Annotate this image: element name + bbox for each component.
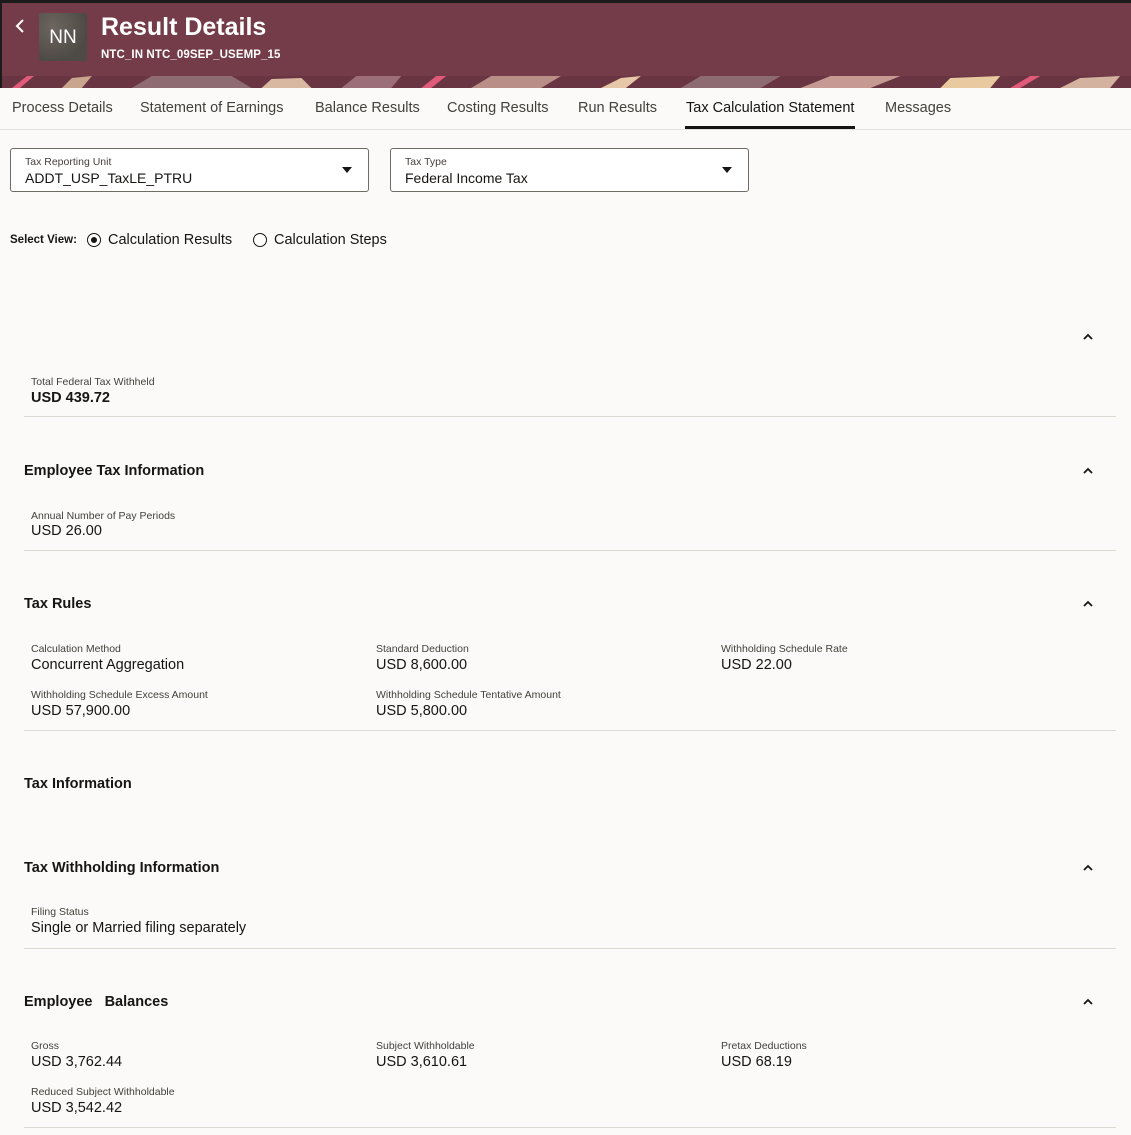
page-header: NN Result Details NTC_IN NTC_09SEP_USEMP… (0, 0, 1131, 88)
tab-costing-results[interactable]: Costing Results (447, 100, 549, 116)
field-value: USD 3,610.61 (376, 1054, 468, 1070)
field-value: USD 5,800.00 (376, 703, 468, 719)
back-button[interactable] (10, 17, 30, 41)
tab-statement-of-earnings[interactable]: Statement of Earnings (140, 100, 283, 116)
chevron-up-icon[interactable] (1081, 597, 1095, 611)
field-value: USD 3,762.44 (31, 1054, 123, 1070)
tax-withholding-title: Tax Withholding Information (24, 860, 220, 876)
header-pattern (2, 76, 1131, 88)
avatar: NN (39, 13, 87, 61)
radio-selected-icon (87, 233, 101, 247)
tax-type-value: Federal Income Tax (405, 170, 528, 186)
employee-balances-title: Employee Balances (24, 994, 169, 1010)
tab-tax-calculation-statement[interactable]: Tax Calculation Statement (686, 100, 854, 116)
page-subtitle: NTC_IN NTC_09SEP_USEMP_15 (101, 49, 281, 61)
chevron-up-icon[interactable] (1081, 995, 1095, 1009)
tab-messages[interactable]: Messages (885, 100, 951, 116)
field-value: USD 22.00 (721, 657, 792, 673)
field-label: Calculation Method (31, 643, 121, 655)
section-divider (24, 730, 1116, 731)
field-label: Withholding Schedule Excess Amount (31, 689, 208, 701)
field-label: Reduced Subject Withholdable (31, 1086, 175, 1098)
radio-label: Calculation Steps (274, 232, 387, 248)
field-value: USD 57,900.00 (31, 703, 131, 719)
field-value: Single or Married filing separately (31, 920, 247, 936)
select-view-label: Select View: (10, 234, 77, 246)
field-value: USD 3,542.42 (31, 1100, 123, 1116)
total-federal-tax-value: USD 439.72 (31, 390, 110, 406)
field-value: Concurrent Aggregation (31, 657, 185, 673)
radio-label: Calculation Results (108, 232, 233, 248)
section-divider (24, 948, 1116, 949)
tab-balance-results[interactable]: Balance Results (315, 100, 420, 116)
tax-information-title: Tax Information (24, 776, 132, 792)
radio-unselected-icon (253, 233, 267, 247)
chevron-up-icon[interactable] (1081, 861, 1095, 875)
page-title: Result Details (101, 13, 267, 41)
field-label: Withholding Schedule Rate (721, 643, 848, 655)
tax-type-select[interactable]: Tax Type Federal Income Tax (390, 148, 749, 192)
total-federal-tax-label: Total Federal Tax Withheld (31, 376, 155, 388)
caret-down-icon (722, 167, 732, 173)
field-label: Pretax Deductions (721, 1040, 807, 1052)
tax-reporting-unit-label: Tax Reporting Unit (25, 156, 112, 168)
tab-process-details[interactable]: Process Details (12, 100, 113, 116)
chevron-left-icon (15, 19, 24, 33)
tax-reporting-unit-value: ADDT_USP_TaxLE_PTRU (25, 170, 193, 186)
field-label: Gross (31, 1040, 60, 1052)
active-tab-indicator (685, 126, 855, 129)
employee-tax-info-title: Employee Tax Information (24, 463, 205, 479)
chevron-up-icon[interactable] (1081, 464, 1095, 478)
field-label: Subject Withholdable (376, 1040, 475, 1052)
section-divider (24, 550, 1116, 551)
field-value: USD 26.00 (31, 523, 102, 539)
tab-bar: Process Details Statement of Earnings Ba… (0, 88, 1131, 130)
section-divider (24, 416, 1116, 417)
tax-reporting-unit-select[interactable]: Tax Reporting Unit ADDT_USP_TaxLE_PTRU (10, 148, 369, 192)
caret-down-icon (342, 167, 352, 173)
field-value: USD 8,600.00 (376, 657, 468, 673)
field-label: Withholding Schedule Tentative Amount (376, 689, 561, 701)
field-label: Standard Deduction (376, 643, 469, 655)
section-divider (24, 1127, 1116, 1128)
tax-type-label: Tax Type (405, 156, 447, 168)
tax-rules-title: Tax Rules (24, 596, 92, 612)
field-label: Filing Status (31, 906, 89, 918)
field-label: Annual Number of Pay Periods (31, 510, 176, 522)
field-value: USD 68.19 (721, 1054, 792, 1070)
chevron-up-icon[interactable] (1081, 330, 1095, 344)
tab-run-results[interactable]: Run Results (578, 100, 657, 116)
